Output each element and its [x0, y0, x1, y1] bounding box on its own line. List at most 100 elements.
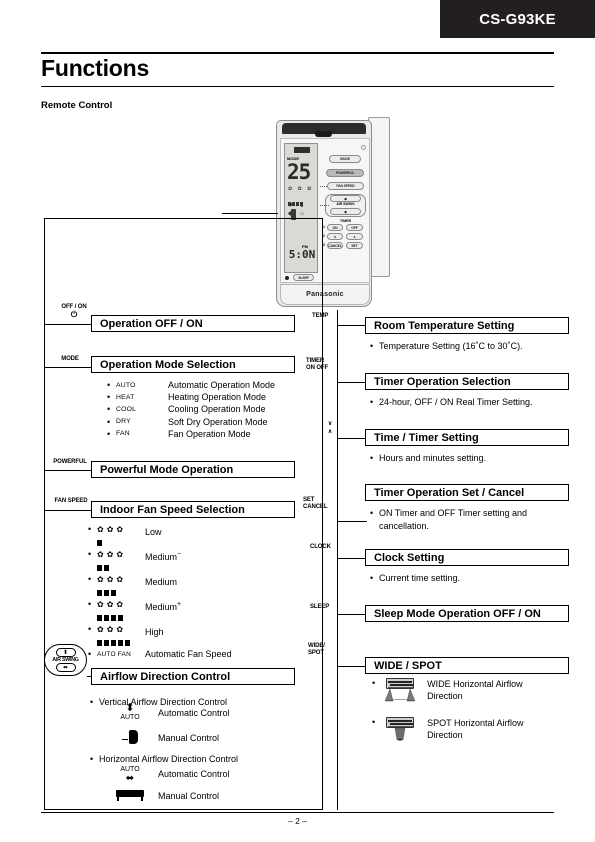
bullet-icon: • [107, 428, 111, 439]
page-title: Functions [41, 55, 150, 81]
heading-airflow-direction-control: Airflow Direction Control [91, 668, 295, 685]
timer-bullet: • 24-hour, OFF / ON Real Timer Setting. [370, 397, 533, 407]
remote-fan-speed-button[interactable]: FAN SPEED [327, 182, 364, 190]
heading-operation-mode-selection: Operation Mode Selection [91, 356, 295, 373]
spot-desc: SPOT Horizontal Airflow Direction [427, 718, 524, 740]
key-label-clock: CLOCK [310, 544, 331, 550]
key-label-time-arrows: ∨ ∧ [327, 421, 333, 435]
fan-speed-label: Low [145, 527, 162, 537]
horizontal-manual-row: Manual Control [108, 790, 219, 801]
mode-desc: Soft Dry Operation Mode [168, 416, 268, 427]
bullet-icon: • [88, 649, 92, 659]
air-swing-up-down-icon: ⬍ [55, 648, 76, 657]
fan-speed-label: Medium [145, 577, 178, 587]
mode-code-dry: DRY [116, 418, 131, 426]
mode-row: • DRY Soft Dry Operation Mode [107, 416, 275, 428]
leader-time-setting [337, 438, 367, 439]
fan-speed-suffix: − [177, 551, 182, 558]
remote-set-button[interactable]: SET [346, 242, 363, 249]
key-label-wide-spot: WIDE/ SPOT [308, 643, 325, 656]
mode-code-cool: COOL [116, 405, 137, 413]
vertical-manual-row: Manual Control [108, 730, 219, 746]
fan-blade-icons: ✿✿✿ [97, 600, 127, 609]
fan-speed-leader-line [320, 186, 327, 187]
mode-row: • FAN Fan Operation Mode [107, 428, 275, 440]
remote-air-swing-vertical-button[interactable]: ◆ [330, 195, 361, 202]
air-swing-key-button[interactable]: ⬍ AIR SWING ⬌ [44, 644, 87, 676]
vertical-auto-label: AUTO [120, 714, 140, 721]
model-number: CS-G93KE [479, 10, 556, 28]
fan-speed-label: Medium [145, 552, 178, 562]
bullet-icon: • [370, 573, 374, 583]
bullet-icon: • [370, 453, 374, 463]
timer-step-2-label: 2 [323, 234, 325, 238]
fan-blade-icons: ✿✿✿ [97, 625, 127, 634]
remote-timer-off-button[interactable]: OFF [346, 224, 363, 231]
leader-mode [44, 367, 91, 368]
bullet-icon: • [88, 549, 92, 559]
mode-code-heat: HEAT [116, 393, 135, 401]
bullet-icon: • [107, 392, 111, 403]
fan-speed-item: • ✿✿✿ Medium− [88, 549, 298, 573]
footer-rule [41, 812, 554, 813]
mode-row: • AUTO Automatic Operation Mode [107, 379, 275, 391]
heading-room-temperature-setting: Room Temperature Setting [365, 317, 569, 334]
leader-wide-spot [337, 666, 367, 667]
key-label-powerful: POWERFUL [53, 459, 87, 465]
bullet-icon: • [372, 717, 376, 727]
lcd-auto-badge-icon [294, 147, 310, 153]
remote-timer-on-button[interactable]: ON [327, 224, 343, 231]
section-label: Remote Control [41, 100, 113, 111]
fan-blade-icons: ✿✿✿ [97, 550, 127, 559]
fan-speed-item: • ✿✿✿ Low [88, 524, 298, 548]
title-rule-top [41, 52, 554, 54]
lcd-fan-icons: ✿ ✿ ✿ [288, 186, 314, 192]
remote-cancel-button[interactable]: CANCEL [327, 242, 343, 249]
remote-powerful-button[interactable]: POWERFUL [326, 169, 364, 177]
bullet-icon: • [372, 678, 376, 688]
remote-timer-up-button[interactable]: ∧ [346, 233, 363, 240]
bullet-icon: • [370, 397, 374, 407]
bullet-icon: • [88, 624, 92, 634]
mode-code-fan: FAN [116, 430, 130, 438]
fan-blade-icons: ✿✿✿ [97, 525, 127, 534]
bullet-icon: • [370, 508, 374, 518]
leader-sleep [337, 614, 367, 615]
fan-speed-label: Medium [145, 602, 178, 612]
vertical-manual-desc: Manual Control [158, 733, 220, 743]
mode-desc: Fan Operation Mode [168, 428, 251, 439]
horizontal-auto-desc: Automatic Control [158, 769, 230, 779]
fan-level-bars-icon [97, 538, 298, 548]
lcd-temperature: 25 [287, 160, 311, 184]
fan-speed-suffix: + [177, 601, 182, 608]
heading-powerful-mode: Powerful Mode Operation [91, 461, 295, 478]
bullet-icon: • [88, 524, 92, 534]
bullet-icon: • [107, 380, 111, 391]
lcd-swing-icons: ◆ ▮ [288, 202, 307, 208]
right-column-spine [337, 310, 338, 810]
remote-mode-button[interactable]: MODE [329, 155, 361, 163]
vertical-vane-manual-icon [129, 730, 138, 744]
leader-timer [337, 382, 367, 383]
vertical-auto-desc: Automatic Control [158, 708, 230, 718]
fan-speed-item: • ✿✿✿ High [88, 624, 298, 648]
air-swing-left-right-icon: ⬌ [55, 663, 76, 672]
set-cancel-bullet: • ON Timer and OFF Timer setting and can… [370, 508, 528, 531]
key-label-off-on: OFF / ON ⏻ [61, 304, 87, 319]
fan-speed-list: • ✿✿✿ Low • ✿✿✿ Medium− • ✿✿✿ Medium • ✿… [88, 524, 298, 660]
remote-timer-down-button[interactable]: ∨ [327, 233, 343, 240]
vertical-auto-arrow-icon: ⬍ [125, 702, 135, 714]
key-label-temp: TEMP [312, 313, 329, 319]
leader-fan-speed [44, 510, 91, 511]
key-label-set-cancel: SET CANCEL [303, 497, 328, 510]
mode-list: • AUTO Automatic Operation Mode • HEAT H… [107, 379, 275, 440]
bullet-icon: • [107, 404, 111, 415]
heading-wide-spot: WIDE / SPOT [365, 657, 569, 674]
leader-off-on [44, 324, 91, 325]
spot-airflow-icon [383, 717, 417, 741]
remote-air-swing-horizontal-button[interactable]: ◆ [330, 208, 361, 215]
power-symbol-icon: ⏻ [70, 310, 78, 319]
bullet-icon: • [90, 697, 94, 707]
timer-step-1-label: 1 [323, 225, 325, 229]
mode-code-auto: AUTO [116, 381, 136, 389]
